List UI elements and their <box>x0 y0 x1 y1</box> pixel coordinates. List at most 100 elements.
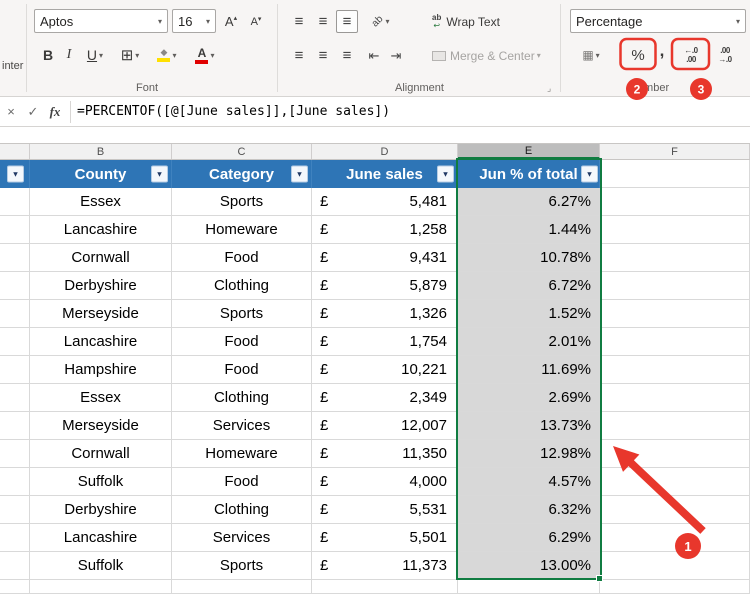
cell[interactable] <box>0 524 30 552</box>
merge-center-button[interactable]: Merge & Center ▾ <box>428 44 545 67</box>
cell-county[interactable]: Hampshire <box>30 356 172 384</box>
cell[interactable] <box>600 300 750 328</box>
table-header-category[interactable]: Category ▾ <box>172 160 312 188</box>
filter-button[interactable]: ▾ <box>437 166 454 183</box>
cell[interactable] <box>0 328 30 356</box>
column-header-f[interactable]: F <box>600 144 750 159</box>
number-format-combo[interactable]: Percentage ▾ <box>570 9 746 33</box>
cell-june-sales[interactable]: £10,221 <box>312 356 458 384</box>
fill-color-button[interactable]: ◆ ▾ <box>150 43 184 67</box>
cell[interactable] <box>600 440 750 468</box>
cell-june-sales[interactable]: £2,349 <box>312 384 458 412</box>
cell-county[interactable]: Lancashire <box>30 216 172 244</box>
cell[interactable] <box>458 580 600 594</box>
table-header-county[interactable]: County ▾ <box>30 160 172 188</box>
cell-june-sales[interactable]: £11,350 <box>312 440 458 468</box>
cell-pct[interactable]: 6.29% <box>458 524 600 552</box>
font-size-combo[interactable]: 16 ▾ <box>172 9 216 33</box>
table-header-pct[interactable]: Jun % of total ▾ <box>458 160 600 188</box>
filter-button[interactable]: ▾ <box>151 166 168 183</box>
valign-top-button[interactable]: ≡ <box>288 10 310 33</box>
orientation-button[interactable]: ab ▾ <box>364 10 398 33</box>
cell-pct[interactable]: 10.78% <box>458 244 600 272</box>
cell-pct[interactable]: 2.69% <box>458 384 600 412</box>
cell[interactable] <box>600 468 750 496</box>
cell-county[interactable]: Suffolk <box>30 468 172 496</box>
cell[interactable] <box>0 216 30 244</box>
cell-pct[interactable]: 6.32% <box>458 496 600 524</box>
cell-pct[interactable]: 2.01% <box>458 328 600 356</box>
cell-county[interactable]: Derbyshire <box>30 496 172 524</box>
cell[interactable] <box>0 468 30 496</box>
cell[interactable] <box>600 272 750 300</box>
cell-county[interactable]: Merseyside <box>30 300 172 328</box>
grow-font-button[interactable]: A▴ <box>220 10 242 33</box>
cell[interactable] <box>0 384 30 412</box>
cell[interactable] <box>0 552 30 580</box>
cell-category[interactable]: Clothing <box>172 272 312 300</box>
cell-county[interactable]: Lancashire <box>30 328 172 356</box>
cell-category[interactable]: Sports <box>172 300 312 328</box>
column-header-b[interactable]: B <box>30 144 172 159</box>
cell-june-sales[interactable]: £5,501 <box>312 524 458 552</box>
cell[interactable] <box>0 188 30 216</box>
underline-button[interactable]: U ▾ <box>80 43 110 67</box>
shrink-font-button[interactable]: A▾ <box>245 10 267 33</box>
cell[interactable] <box>0 272 30 300</box>
cell-county[interactable]: Essex <box>30 188 172 216</box>
cell-category[interactable]: Sports <box>172 552 312 580</box>
cell-category[interactable]: Food <box>172 468 312 496</box>
cell[interactable] <box>0 244 30 272</box>
cell-pct[interactable]: 1.52% <box>458 300 600 328</box>
cell[interactable] <box>600 496 750 524</box>
cell[interactable] <box>600 160 750 188</box>
cell-june-sales[interactable]: £9,431 <box>312 244 458 272</box>
cell-pct[interactable]: 11.69% <box>458 356 600 384</box>
cancel-button[interactable]: × <box>0 104 22 119</box>
valign-bottom-button[interactable]: ≡ <box>336 10 358 33</box>
increase-decimal-button[interactable]: ←.0 .00 <box>676 42 706 68</box>
wrap-text-button[interactable]: ab ↩ Wrap Text <box>428 10 504 33</box>
cell-june-sales[interactable]: £5,531 <box>312 496 458 524</box>
cell[interactable] <box>600 216 750 244</box>
enter-button[interactable]: ✓ <box>22 104 44 120</box>
column-header-c[interactable]: C <box>172 144 312 159</box>
column-header-e[interactable]: E <box>458 144 600 159</box>
column-header-a[interactable] <box>0 144 30 159</box>
cell-june-sales[interactable]: £5,481 <box>312 188 458 216</box>
cell[interactable] <box>172 580 312 594</box>
comma-style-button[interactable]: , <box>654 38 670 64</box>
filter-button[interactable]: ▾ <box>7 166 24 183</box>
cell[interactable] <box>312 580 458 594</box>
font-name-combo[interactable]: Aptos ▾ <box>34 9 168 33</box>
selection-fill-handle[interactable] <box>596 575 603 582</box>
cell-county[interactable]: Derbyshire <box>30 272 172 300</box>
cell[interactable] <box>0 496 30 524</box>
cell-category[interactable]: Clothing <box>172 496 312 524</box>
cell-county[interactable]: Cornwall <box>30 244 172 272</box>
accounting-format-button[interactable]: ▦ ▾ <box>574 43 608 67</box>
cell-june-sales[interactable]: £1,258 <box>312 216 458 244</box>
table-header-june-sales[interactable]: June sales ▾ <box>312 160 458 188</box>
cell-june-sales[interactable]: £12,007 <box>312 412 458 440</box>
cell-pct[interactable]: 6.27% <box>458 188 600 216</box>
increase-indent-button[interactable]: ⇥ <box>386 44 406 67</box>
cell[interactable] <box>600 356 750 384</box>
cell-pct[interactable]: 12.98% <box>458 440 600 468</box>
cell-june-sales[interactable]: £1,754 <box>312 328 458 356</box>
formula-input[interactable]: =PERCENTOF([@[June sales]],[June sales]) <box>77 104 390 119</box>
insert-function-button[interactable]: fx <box>44 104 66 120</box>
cell-category[interactable]: Sports <box>172 188 312 216</box>
cell[interactable] <box>600 188 750 216</box>
borders-button[interactable]: ⊞ ▾ <box>114 43 146 67</box>
cell-june-sales[interactable]: £11,373 <box>312 552 458 580</box>
align-left-button[interactable]: ≡ <box>288 44 310 67</box>
cell[interactable] <box>600 384 750 412</box>
cell[interactable] <box>600 328 750 356</box>
filter-button[interactable]: ▾ <box>291 166 308 183</box>
cell-category[interactable]: Food <box>172 356 312 384</box>
cell-county[interactable]: Suffolk <box>30 552 172 580</box>
cell-category[interactable]: Clothing <box>172 384 312 412</box>
cell[interactable] <box>0 580 30 594</box>
cell-june-sales[interactable]: £5,879 <box>312 272 458 300</box>
